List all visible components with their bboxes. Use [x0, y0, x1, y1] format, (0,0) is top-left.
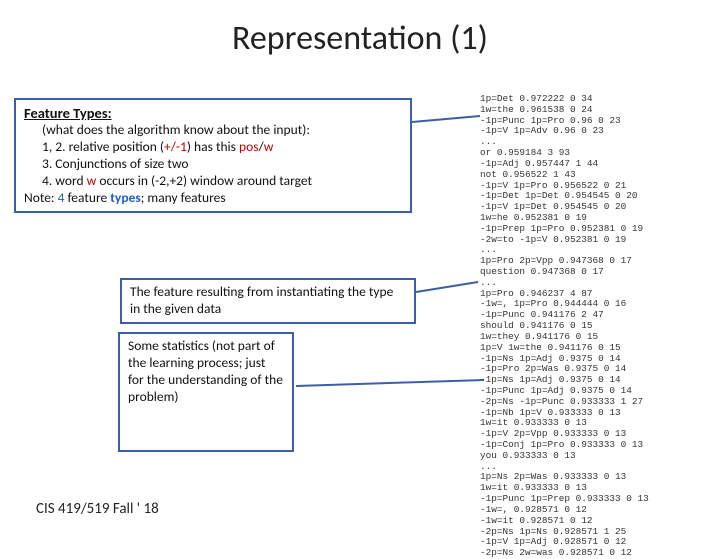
callout-arrow-1 — [410, 112, 490, 134]
feature-types-note: Note: 4 feature types; many features — [24, 190, 402, 207]
callout-arrow-3 — [292, 378, 492, 418]
feature-types-heading: Feature Types: — [24, 104, 402, 122]
callout-arrow-2 — [414, 278, 486, 308]
feature-data-listing: 1p=Det 0.972222 0 34 1w=the 0.961538 0 2… — [480, 94, 714, 559]
statistics-text: Some statistics (not part of the learnin… — [128, 337, 283, 405]
feature-types-box: Feature Types: (what does the algorithm … — [14, 98, 412, 213]
feature-types-line1: (what does the algorithm know about the … — [24, 122, 402, 139]
feature-types-line4: 4. word w occurs in (-2,+2) window aroun… — [24, 173, 402, 190]
feature-types-line2: 1, 2. relative position (+/-1) has this … — [24, 139, 402, 156]
slide-title: Representation (1) — [0, 0, 720, 67]
statistics-box: Some statistics (not part of the learnin… — [118, 332, 294, 452]
feature-types-line3: 3. Conjunctions of size two — [24, 156, 402, 173]
feature-instance-text: The feature resulting from instantiating… — [130, 283, 393, 317]
feature-instance-box: The feature resulting from instantiating… — [120, 278, 416, 324]
course-footer: CIS 419/519 Fall ' 18 — [36, 500, 159, 518]
